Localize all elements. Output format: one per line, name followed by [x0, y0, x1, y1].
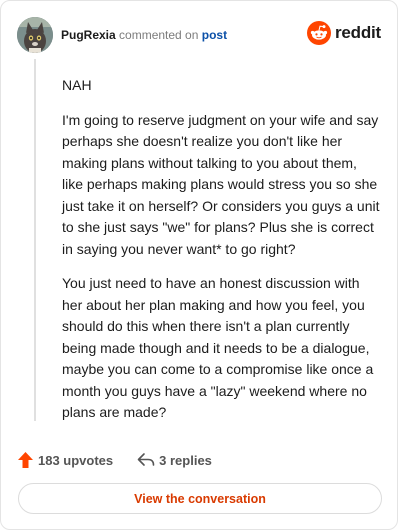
avatar[interactable]: [17, 17, 53, 53]
comment-card: PugRexia commented on post reddit NAH I'…: [0, 0, 398, 530]
commented-on-text: commented on: [119, 28, 199, 42]
username[interactable]: PugRexia: [61, 28, 116, 42]
comment-header: PugRexia commented on post reddit: [17, 17, 381, 53]
cat-avatar-icon: [17, 17, 53, 53]
comment-actions: 183 upvotes 3 replies: [17, 449, 212, 471]
replies-count: 3 replies: [159, 452, 212, 468]
reddit-snoo-icon: [306, 21, 331, 45]
comment-meta: PugRexia commented on post: [61, 27, 227, 43]
comment-body: NAH I'm going to reserve judgment on you…: [62, 75, 380, 437]
upvote-count: 183 upvotes: [38, 452, 114, 468]
reply-arrow-icon: [137, 453, 155, 466]
reddit-wordmark: reddit: [334, 23, 381, 42]
comment-paragraph: I'm going to reserve judgment on your wi…: [62, 111, 380, 257]
comment-paragraph: You just need to have an honest discussi…: [62, 275, 374, 420]
replies-button[interactable]: 3 replies: [137, 452, 212, 468]
upvote-arrow-icon: [18, 452, 33, 468]
comment-paragraph: NAH: [62, 77, 92, 93]
post-link[interactable]: post: [202, 28, 227, 42]
view-conversation-button[interactable]: View the conversation: [18, 483, 382, 514]
reddit-logo[interactable]: reddit: [306, 21, 381, 45]
upvote-button[interactable]: 183 upvotes: [17, 451, 113, 469]
thread-line: [34, 59, 36, 421]
